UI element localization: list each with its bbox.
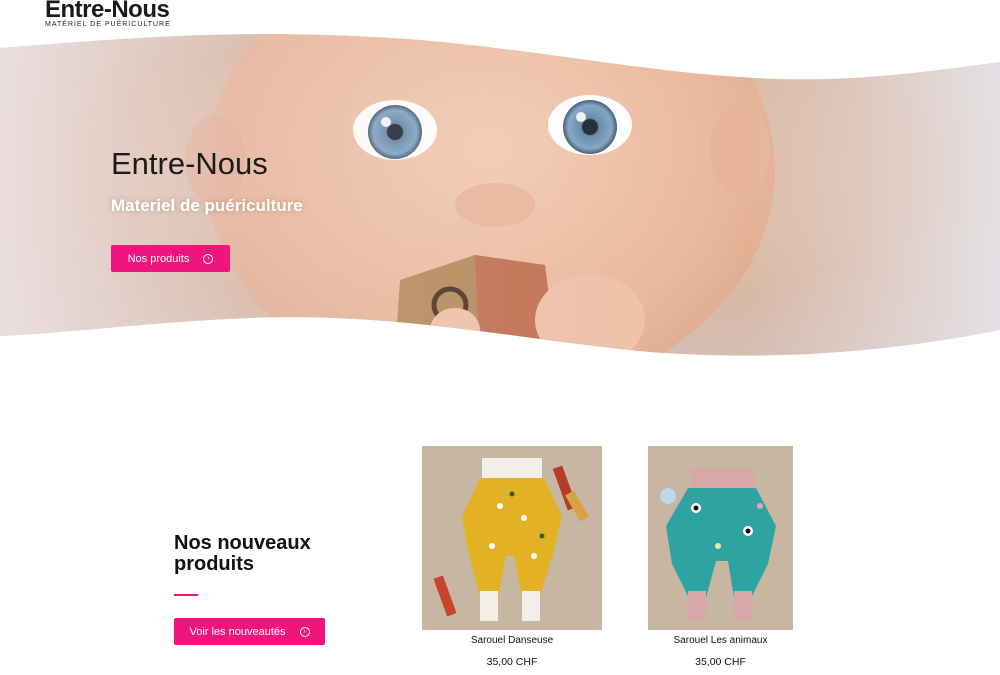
voir-nouveautes-button-label: Voir les nouveautés: [189, 625, 286, 638]
product-name[interactable]: Sarouel Les animaux: [648, 635, 793, 646]
circle-arrow-right-icon: ›: [299, 626, 310, 637]
nos-produits-button-label: Nos produits: [127, 252, 190, 265]
voir-nouveautes-button[interactable]: Voir les nouveautés ›: [174, 618, 325, 645]
product-card[interactable]: Sarouel Les animaux 35,00 CHF: [648, 0, 793, 675]
hero-title: Entre-Nous: [111, 146, 268, 181]
site-logo[interactable]: Entre-Nous MATÉRIEL DE PUÉRICULTURE: [45, 0, 171, 28]
circle-arrow-right-icon: ›: [203, 253, 214, 264]
hero-content: Entre-Nous Materiel de puériculture: [111, 146, 303, 216]
new-products-heading-block: Nos nouveaux produits: [174, 533, 334, 575]
hero-subtitle: Materiel de puériculture: [111, 196, 303, 215]
product-price: 35,00 CHF: [695, 656, 746, 668]
logo-subtitle: MATÉRIEL DE PUÉRICULTURE: [45, 21, 171, 28]
product-name[interactable]: Sarouel Danseuse: [422, 635, 602, 646]
product-price: 35,00 CHF: [486, 656, 538, 668]
new-products-heading: Nos nouveaux produits: [174, 532, 311, 575]
product-image[interactable]: [422, 446, 602, 630]
accent-divider: [174, 594, 198, 596]
product-image[interactable]: [648, 446, 793, 630]
nos-produits-button[interactable]: Nos produits ›: [111, 245, 230, 272]
product-card[interactable]: Sarouel Danseuse 35,00 CHF: [422, 0, 602, 675]
